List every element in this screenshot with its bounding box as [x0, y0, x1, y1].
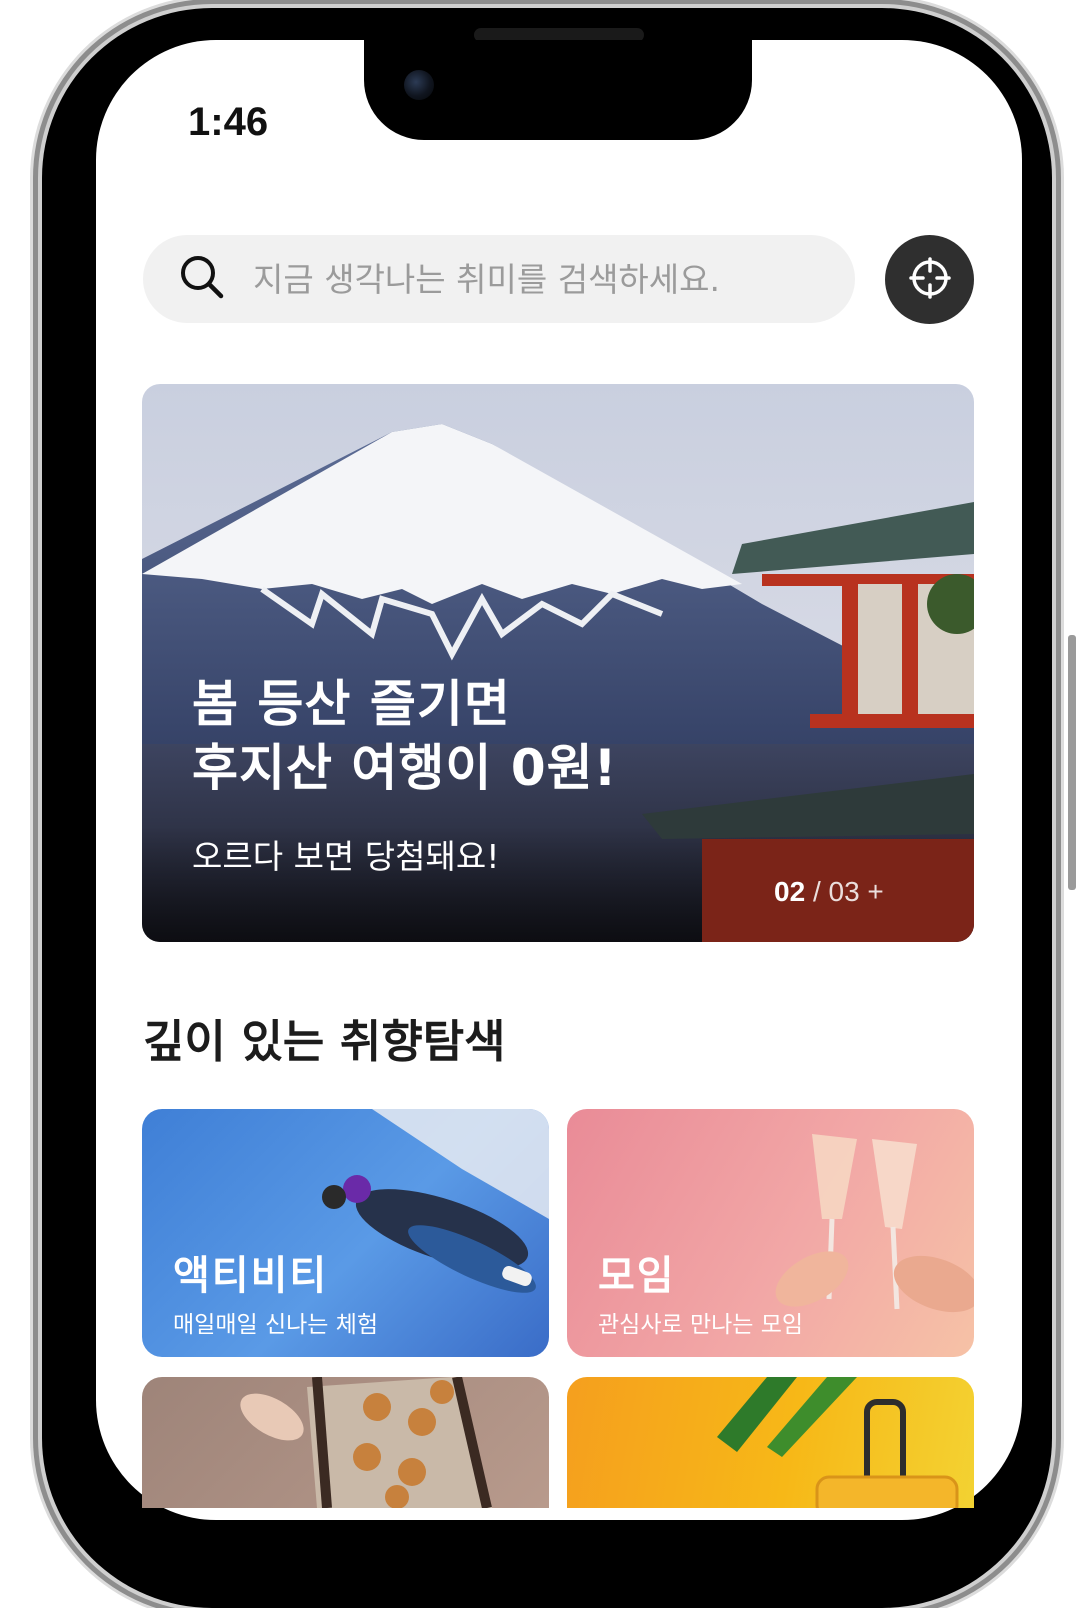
search-icon [179, 254, 225, 304]
banner-page-counter[interactable]: 02 / 03 + [774, 876, 884, 908]
volume-down-button [33, 785, 41, 945]
banner-counter-total: / 03 + [812, 876, 884, 907]
search-input[interactable] [251, 258, 815, 300]
volume-up-button [33, 585, 41, 740]
banner-title: 봄 등산 즐기면 후지산 여행이 0원! [192, 672, 617, 800]
mute-switch [33, 433, 41, 513]
card-title: 모임 [598, 1253, 676, 1299]
promo-banner[interactable]: 봄 등산 즐기면 후지산 여행이 0원! 오르다 보면 당첨돼요! 02 / 0… [142, 384, 974, 942]
power-button [1068, 635, 1076, 890]
banner-title-line1: 봄 등산 즐기면 [192, 675, 511, 733]
status-time: 1:46 [188, 100, 269, 144]
banner-title-line2: 후지산 여행이 0원! [192, 739, 618, 797]
search-bar[interactable] [143, 235, 855, 323]
current-location-button[interactable] [885, 235, 974, 324]
banner-subtitle: 오르다 보면 당첨돼요! [192, 837, 500, 876]
front-camera [404, 70, 434, 100]
card-title: 액티비티 [173, 1253, 329, 1299]
category-card-meetup[interactable]: 모임 관심사로 만나는 모임 [567, 1109, 974, 1357]
cookie-tray-image [240, 1377, 492, 1508]
card-subtitle: 관심사로 만나는 모임 [598, 1312, 804, 1338]
crosshair-icon [908, 256, 952, 304]
suitcase-image [717, 1377, 959, 1508]
category-card-activity[interactable]: 액티비티 매일매일 신나는 체험 [142, 1109, 549, 1357]
card-subtitle: 매일매일 신나는 체험 [173, 1312, 379, 1338]
category-card-baking[interactable] [142, 1377, 549, 1508]
banner-counter-current: 02 [774, 876, 806, 907]
category-card-travel[interactable] [567, 1377, 974, 1508]
section-title: 깊이 있는 취향탐색 [143, 1015, 506, 1068]
